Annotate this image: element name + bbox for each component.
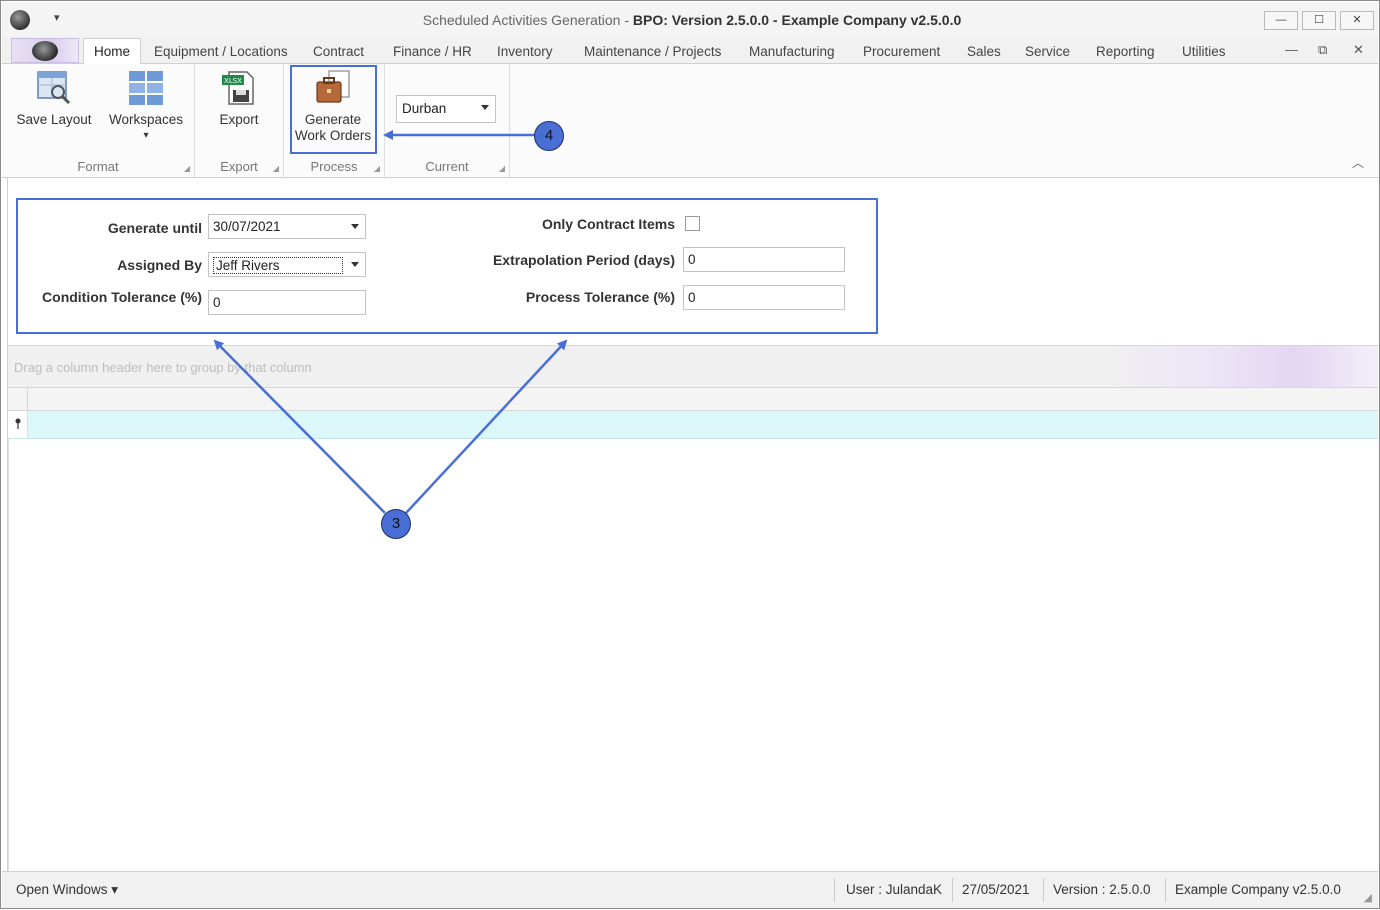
status-date: 27/05/2021: [962, 882, 1030, 897]
assigned-by-value: Jeff Rivers: [213, 257, 343, 274]
save-layout-label: Save Layout: [16, 112, 92, 127]
only-contract-items-label: Only Contract Items: [541, 216, 675, 232]
grid-column-header-row[interactable]: [8, 387, 1378, 411]
generate-until-label: Generate until: [107, 220, 202, 236]
status-separator: [834, 878, 835, 902]
process-tolerance-label: Process Tolerance (%): [525, 289, 675, 305]
filter-row-pin-icon: [8, 411, 28, 438]
tab-maintenance-projects[interactable]: Maintenance / Projects: [584, 44, 721, 59]
tab-manufacturing[interactable]: Manufacturing: [749, 44, 835, 59]
workspaces-button[interactable]: Workspaces ▾: [104, 68, 188, 144]
status-separator: [1165, 878, 1166, 902]
window-title-main: BPO: Version 2.5.0.0 - Example Company v…: [632, 12, 962, 28]
process-tolerance-value: 0: [688, 290, 696, 305]
export-xlsx-icon: XLSX: [219, 68, 259, 108]
tab-sales[interactable]: Sales: [967, 44, 1001, 59]
maximize-window-button[interactable]: ☐: [1302, 11, 1336, 30]
save-layout-button[interactable]: Save Layout: [12, 68, 96, 128]
application-menu-button[interactable]: [11, 38, 79, 63]
process-group-launcher-icon[interactable]: ◢: [374, 164, 380, 173]
status-version: Version : 2.5.0.0: [1053, 882, 1151, 897]
ribbon-tab-strip: Home Equipment / Locations Contract Fina…: [2, 36, 1378, 65]
tab-equipment-locations[interactable]: Equipment / Locations: [154, 44, 288, 59]
title-bar: ▾ Scheduled Activities Generation - BPO:…: [2, 2, 1378, 36]
window-title-prefix: Scheduled Activities Generation -: [422, 12, 633, 28]
ribbon-group-export: XLSX Export Export ◢: [195, 64, 284, 177]
app-window: ▾ Scheduled Activities Generation - BPO:…: [0, 0, 1380, 909]
status-separator: [1043, 878, 1044, 902]
format-group-launcher-icon[interactable]: ◢: [184, 164, 190, 173]
site-dropdown-arrow-icon: [481, 105, 489, 110]
only-contract-items-checkbox[interactable]: [685, 216, 700, 231]
minimize-window-button[interactable]: —: [1264, 11, 1298, 30]
open-windows-button[interactable]: Open Windows ▾: [16, 882, 118, 898]
workspaces-icon: [126, 68, 166, 108]
group-by-hint: Drag a column header here to group by th…: [14, 360, 312, 375]
grid-group-by-panel[interactable]: Drag a column header here to group by th…: [8, 345, 1378, 387]
extrapolation-period-value: 0: [688, 252, 696, 267]
mdi-minimize-button[interactable]: —: [1285, 42, 1298, 57]
tab-reporting[interactable]: Reporting: [1096, 44, 1155, 59]
annotation-callout-3: 3: [381, 509, 411, 539]
workspaces-dropdown-icon: ▾: [143, 130, 149, 141]
ribbon-group-current-label: Current: [425, 159, 469, 174]
save-layout-icon: [34, 68, 74, 108]
tab-contract[interactable]: Contract: [313, 44, 364, 59]
bpo-logo-icon: [32, 41, 58, 61]
condition-tolerance-input[interactable]: 0: [208, 290, 366, 315]
tab-procurement[interactable]: Procurement: [863, 44, 940, 59]
status-separator: [952, 878, 953, 902]
window-title: Scheduled Activities Generation - BPO: V…: [2, 12, 1380, 28]
current-group-launcher-icon[interactable]: ◢: [499, 164, 505, 173]
grid-data-area[interactable]: [8, 439, 1378, 871]
mdi-close-button[interactable]: ✕: [1353, 42, 1364, 58]
ribbon-group-format-label: Format: [77, 159, 119, 174]
grid-auto-filter-row[interactable]: [8, 411, 1378, 439]
workspaces-label: Workspaces: [108, 112, 184, 127]
generate-button-highlight: [290, 65, 377, 154]
tab-home[interactable]: Home: [83, 38, 142, 65]
status-user: User : JulandaK: [846, 882, 943, 897]
ribbon-group-export-label: Export: [220, 159, 258, 174]
status-company: Example Company v2.5.0.0: [1175, 882, 1341, 897]
resize-grip-icon[interactable]: ◢: [1364, 891, 1372, 904]
grid-header-indicator: [8, 388, 28, 411]
generate-until-dropdown-icon[interactable]: [351, 224, 359, 229]
extrapolation-period-label: Extrapolation Period (days): [492, 252, 675, 268]
tab-finance-hr[interactable]: Finance / HR: [393, 44, 472, 59]
collapse-ribbon-icon[interactable]: ︿: [1352, 154, 1364, 171]
xlsx-badge-text: XLSX: [224, 77, 242, 85]
export-label: Export: [219, 112, 259, 127]
mdi-restore-button[interactable]: ⧉: [1318, 42, 1327, 58]
ribbon-panel: Save Layout Workspaces ▾ Format ◢ XLSX E…: [2, 64, 1378, 178]
ribbon-group-format: Save Layout Workspaces ▾ Format ◢: [2, 64, 195, 177]
extrapolation-period-input[interactable]: 0: [683, 247, 845, 272]
condition-tolerance-value: 0: [213, 295, 221, 310]
status-bar: Open Windows ▾ User : JulandaK 27/05/202…: [2, 871, 1378, 908]
condition-tolerance-label: Condition Tolerance (%): [42, 289, 202, 305]
site-dropdown-value: Durban: [402, 101, 447, 116]
assigned-by-label: Assigned By: [117, 257, 202, 273]
assigned-by-dropdown-icon[interactable]: [351, 262, 359, 267]
export-group-launcher-icon[interactable]: ◢: [273, 164, 279, 173]
generate-until-value: 30/07/2021: [213, 219, 281, 234]
annotation-callout-4: 4: [534, 121, 564, 151]
tab-utilities[interactable]: Utilities: [1182, 44, 1226, 59]
process-tolerance-input[interactable]: 0: [683, 285, 845, 310]
site-dropdown[interactable]: Durban: [396, 95, 496, 123]
export-button[interactable]: XLSX Export: [203, 68, 275, 128]
generation-parameters-panel: Generate until 30/07/2021 Assigned By Je…: [16, 198, 878, 334]
generate-until-date-picker[interactable]: 30/07/2021: [208, 214, 366, 239]
tab-service[interactable]: Service: [1025, 44, 1070, 59]
tab-inventory[interactable]: Inventory: [497, 44, 553, 59]
assigned-by-dropdown[interactable]: Jeff Rivers: [208, 252, 366, 277]
ribbon-group-process-label: Process: [310, 159, 358, 174]
close-window-button[interactable]: ✕: [1340, 11, 1374, 30]
